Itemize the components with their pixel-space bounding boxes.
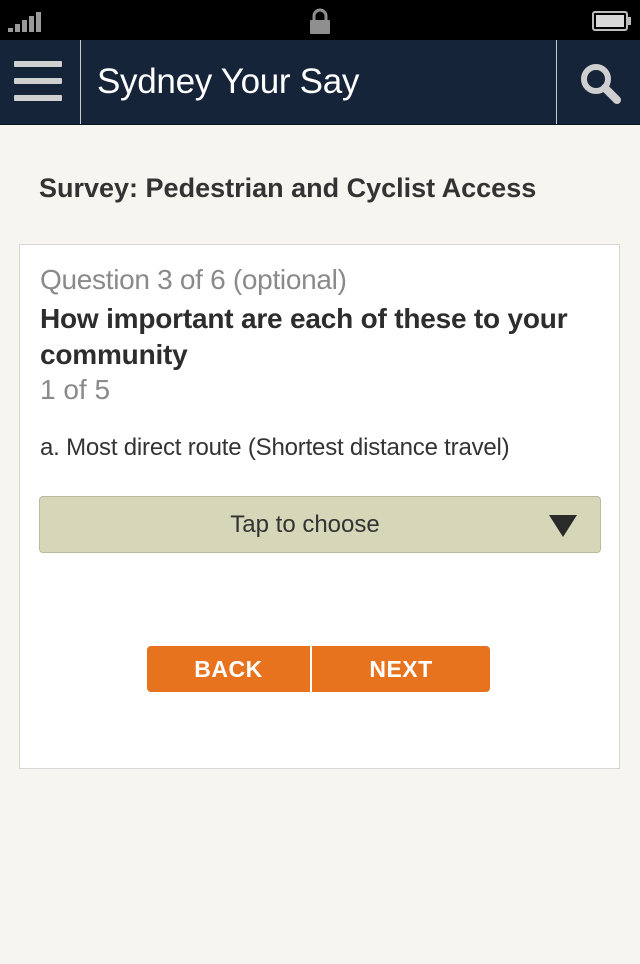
battery-icon xyxy=(592,11,631,31)
dropdown-arrow-icon xyxy=(549,515,577,537)
question-number: Question 3 of 6 (optional) xyxy=(40,264,347,295)
status-bar xyxy=(0,0,640,40)
select-placeholder: Tap to choose xyxy=(230,511,380,538)
question-card: Question 3 of 6 (optional) How important… xyxy=(19,244,620,769)
back-button[interactable]: BACK xyxy=(147,646,310,692)
hamburger-menu-icon[interactable] xyxy=(0,40,81,124)
app-title: Sydney Your Say xyxy=(97,62,360,101)
question-progress: 1 of 5 xyxy=(40,374,111,405)
lock-icon xyxy=(310,8,330,34)
rating-select[interactable]: Tap to choose xyxy=(39,496,601,553)
question-item: a. Most direct route (Shortest distance … xyxy=(40,434,510,461)
survey-title: Survey: Pedestrian and Cyclist Access xyxy=(39,173,537,203)
question-text: How important are each of these to your … xyxy=(40,303,568,370)
signal-bars-icon xyxy=(8,10,48,32)
search-button[interactable] xyxy=(556,40,640,124)
search-icon xyxy=(581,64,621,104)
app-header: Sydney Your Say xyxy=(0,40,640,125)
next-button[interactable]: NEXT xyxy=(312,646,490,692)
